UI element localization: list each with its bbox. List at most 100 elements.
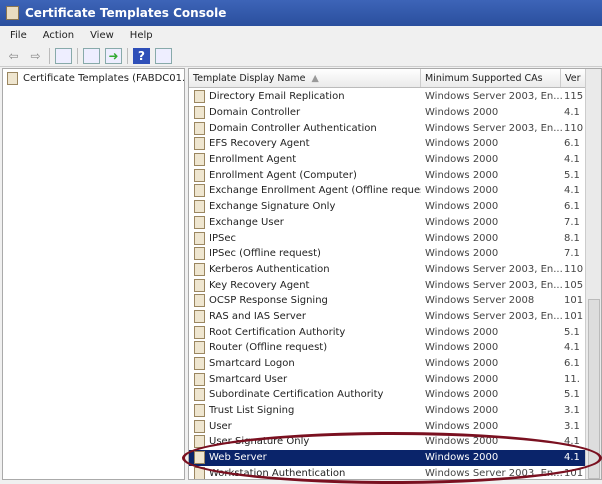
template-name-cell: IPSec (Offline request): [189, 247, 421, 261]
template-name: Root Certification Authority: [209, 326, 346, 338]
column-header-min-ca[interactable]: Minimum Supported CAs: [421, 69, 561, 87]
certificate-template-icon: [194, 168, 205, 182]
version-cell: 4.1: [564, 154, 580, 166]
version-cell: 6.1: [564, 201, 580, 213]
min-ca-cell: Windows 2000: [425, 436, 499, 448]
template-name-cell: Root Certification Authority: [189, 325, 421, 339]
show-hide-console-tree-icon[interactable]: [55, 47, 72, 64]
toolbar-separator: [127, 47, 128, 64]
column-header-version[interactable]: Ver: [561, 69, 586, 87]
min-ca-cell: Windows Server 2003, En...: [425, 279, 563, 291]
help-icon[interactable]: ?: [133, 47, 150, 64]
sort-ascending-icon: ▲: [311, 73, 319, 84]
tree-item-certificate-templates[interactable]: Certificate Templates (FABDC01.Fa: [3, 69, 184, 88]
table-row[interactable]: Trust List Signing Windows 2000 3.1: [189, 403, 601, 419]
table-row[interactable]: Directory Email Replication Windows Serve…: [189, 89, 601, 105]
version-cell: 8.1: [564, 232, 580, 244]
version-cell: 7.1: [564, 248, 580, 260]
table-row[interactable]: Key Recovery Agent Windows Server 2003, E…: [189, 277, 601, 293]
table-row[interactable]: Root Certification Authority Windows 2000…: [189, 324, 601, 340]
vertical-scrollbar[interactable]: [585, 69, 601, 479]
template-name-cell: OCSP Response Signing: [189, 294, 421, 308]
version-cell: 4.1: [564, 452, 580, 464]
menu-view[interactable]: View: [90, 30, 114, 41]
template-name-cell: Kerberos Authentication: [189, 262, 421, 276]
template-name-cell: Domain Controller Authentication: [189, 121, 421, 135]
table-row[interactable]: Router (Offline request) Windows 2000 4.1: [189, 340, 601, 356]
console-tree: Certificate Templates (FABDC01.Fa: [2, 68, 185, 480]
version-cell: 5.1: [564, 326, 580, 338]
table-row[interactable]: EFS Recovery Agent Windows 2000 6.1: [189, 136, 601, 152]
show-action-pane-icon[interactable]: [155, 47, 172, 64]
menu-help[interactable]: Help: [130, 30, 153, 41]
table-row[interactable]: IPSec Windows 2000 8.1: [189, 230, 601, 246]
certificate-template-icon: [194, 153, 205, 167]
table-row[interactable]: Subordinate Certification Authority Windo…: [189, 387, 601, 403]
back-arrow-icon[interactable]: ⇦: [5, 48, 22, 64]
table-row[interactable]: Domain Controller Windows 2000 4.1: [189, 105, 601, 121]
certificate-template-icon: [194, 215, 205, 229]
template-name-cell: User: [189, 419, 421, 433]
forward-arrow-icon[interactable]: ⇨: [27, 48, 44, 64]
menu-action[interactable]: Action: [43, 30, 74, 41]
table-row[interactable]: Enrollment Agent Windows 2000 4.1: [189, 152, 601, 168]
table-row[interactable]: Domain Controller Authentication Windows …: [189, 120, 601, 136]
template-name-cell: EFS Recovery Agent: [189, 137, 421, 151]
min-ca-cell: Windows 2000: [425, 201, 499, 213]
certificate-template-icon: [7, 72, 18, 85]
template-name: Subordinate Certification Authority: [209, 389, 384, 401]
min-ca-cell: Windows 2000: [425, 452, 499, 464]
min-ca-cell: Windows 2000: [425, 405, 499, 417]
min-ca-cell: Windows 2000: [425, 342, 499, 354]
min-ca-cell: Windows 2000: [425, 248, 499, 260]
certificate-template-icon: [194, 200, 205, 214]
min-ca-cell: Windows 2000: [425, 358, 499, 370]
min-ca-cell: Windows Server 2008: [425, 295, 535, 307]
table-row[interactable]: Exchange Signature Only Windows 2000 6.1: [189, 199, 601, 215]
min-ca-cell: Windows 2000: [425, 232, 499, 244]
certificate-template-icon: [194, 121, 205, 135]
template-name: Exchange Enrollment Agent (Offline reque…: [209, 185, 421, 197]
template-name: Smartcard Logon: [209, 358, 295, 370]
template-name: Exchange Signature Only: [209, 201, 336, 213]
template-name-cell: Exchange Enrollment Agent (Offline reque…: [189, 184, 421, 198]
table-row[interactable]: User Signature Only Windows 2000 4.1: [189, 434, 601, 450]
template-name-cell: Smartcard Logon: [189, 357, 421, 371]
certificate-template-icon: [194, 309, 205, 323]
template-name: RAS and IAS Server: [209, 310, 307, 322]
template-name-cell: Subordinate Certification Authority: [189, 388, 421, 402]
scrollbar-thumb[interactable]: [588, 299, 600, 479]
version-cell: 115: [564, 91, 584, 103]
table-row[interactable]: OCSP Response Signing Windows Server 2008…: [189, 293, 601, 309]
properties-icon[interactable]: [83, 47, 100, 64]
version-cell: 110: [564, 263, 584, 275]
table-row[interactable]: IPSec (Offline request) Windows 2000 7.1: [189, 246, 601, 262]
certificate-template-icon: [194, 247, 205, 261]
table-row[interactable]: Smartcard User Windows 2000 11.: [189, 371, 601, 387]
version-cell: 4.1: [564, 185, 580, 197]
min-ca-cell: Windows Server 2003, En...: [425, 263, 563, 275]
certificate-app-icon: [6, 6, 19, 20]
table-row[interactable]: Web Server Windows 2000 4.1: [189, 449, 601, 466]
table-row[interactable]: Exchange User Windows 2000 7.1: [189, 215, 601, 231]
column-header-name[interactable]: Template Display Name ▲: [189, 69, 421, 87]
min-ca-cell: Windows 2000: [425, 216, 499, 228]
table-row[interactable]: RAS and IAS Server Windows Server 2003, E…: [189, 309, 601, 325]
toolbar: ⇦ ⇨ ➜ ?: [0, 45, 602, 67]
table-row[interactable]: Smartcard Logon Windows 2000 6.1: [189, 356, 601, 372]
template-name-cell: Workstation Authentication: [189, 466, 421, 479]
table-row[interactable]: Exchange Enrollment Agent (Offline reque…: [189, 183, 601, 199]
min-ca-cell: Windows Server 2003, En...: [425, 122, 563, 134]
table-row[interactable]: Enrollment Agent (Computer) Windows 2000 5…: [189, 167, 601, 183]
min-ca-cell: Windows 2000: [425, 389, 499, 401]
template-name-cell: Exchange Signature Only: [189, 200, 421, 214]
template-name: Enrollment Agent (Computer): [209, 169, 357, 181]
export-list-icon[interactable]: ➜: [105, 47, 122, 64]
table-row[interactable]: Workstation Authentication Windows Server…: [189, 466, 601, 479]
menu-file[interactable]: File: [10, 30, 27, 41]
template-name: EFS Recovery Agent: [209, 138, 310, 150]
template-name: Kerberos Authentication: [209, 263, 330, 275]
certificate-template-icon: [194, 184, 205, 198]
table-row[interactable]: User Windows 2000 3.1: [189, 418, 601, 434]
table-row[interactable]: Kerberos Authentication Windows Server 20…: [189, 262, 601, 278]
